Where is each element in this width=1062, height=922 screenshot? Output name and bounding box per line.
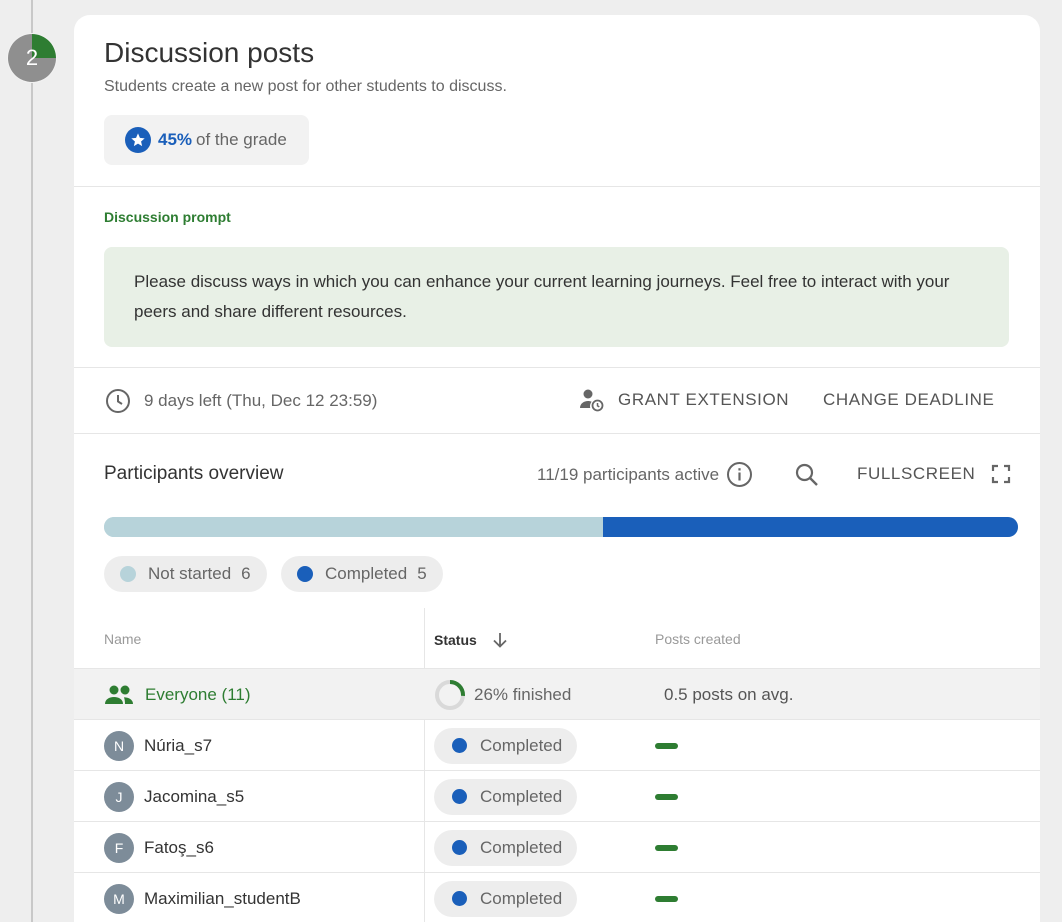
posts-cell: 0.5 posts on avg. bbox=[664, 684, 794, 704]
prompt-label: Discussion prompt bbox=[104, 209, 231, 225]
fullscreen-button[interactable]: FULLSCREEN bbox=[857, 464, 1011, 484]
status-cell: Completed bbox=[434, 873, 578, 922]
status-cell: Completed bbox=[434, 720, 578, 771]
activity-card: Discussion posts Students create a new p… bbox=[74, 15, 1040, 922]
student-name: Jacomina_s5 bbox=[144, 786, 245, 806]
name-cell: M Maximilian_studentB bbox=[104, 873, 301, 922]
legend-label: Not started bbox=[148, 564, 232, 583]
name-cell: N Núria_s7 bbox=[104, 720, 212, 771]
name-cell: Everyone (11) bbox=[104, 669, 251, 720]
divider bbox=[74, 433, 1040, 434]
sort-arrow-down-icon[interactable] bbox=[491, 631, 509, 649]
step-indicator: 2 bbox=[7, 33, 57, 83]
activity-subtitle: Students create a new post for other stu… bbox=[104, 78, 507, 95]
legend-label: Completed bbox=[325, 564, 408, 583]
status-badge: Completed bbox=[434, 727, 578, 764]
participants-progress-bar bbox=[104, 517, 1018, 537]
posts-cell bbox=[655, 720, 678, 771]
posts-indicator bbox=[655, 844, 678, 851]
grant-extension-button[interactable]: GRANT EXTENSION bbox=[579, 387, 789, 413]
participants-active-text: 11/19 participants active bbox=[537, 464, 720, 484]
grant-extension-label: GRANT EXTENSION bbox=[618, 390, 790, 409]
avatar: N bbox=[104, 730, 134, 761]
table-row[interactable]: F Fatoş_s6 Completed bbox=[74, 821, 1040, 872]
status-label: Completed bbox=[480, 837, 563, 857]
name-cell: J Jacomina_s5 bbox=[104, 771, 244, 822]
table-row[interactable]: N Núria_s7 Completed bbox=[74, 719, 1040, 770]
clock-icon bbox=[106, 389, 130, 413]
star-icon bbox=[125, 127, 151, 153]
completed-dot bbox=[452, 891, 467, 906]
completed-dot bbox=[452, 789, 467, 804]
table-row[interactable]: M Maximilian_studentB Completed bbox=[74, 872, 1040, 922]
grade-chip: 45% of the grade bbox=[104, 115, 309, 165]
posts-cell bbox=[655, 771, 678, 822]
finished-progress-ring bbox=[435, 679, 465, 710]
completed-dot bbox=[452, 840, 467, 855]
prompt-text: Please discuss ways in which you can enh… bbox=[104, 247, 1009, 347]
status-badge: Completed bbox=[434, 880, 578, 917]
legend-count: 5 bbox=[417, 564, 427, 583]
status-label: Completed bbox=[480, 735, 563, 755]
timeline-line bbox=[31, 0, 33, 922]
progress-segment bbox=[104, 517, 603, 537]
participants-active: 11/19 participants active bbox=[537, 461, 753, 488]
activity-title: Discussion posts bbox=[104, 37, 315, 68]
avatar: F bbox=[104, 832, 134, 863]
legend-count: 6 bbox=[241, 564, 251, 583]
deadline-text: 9 days left (Thu, Dec 12 23:59) bbox=[144, 391, 378, 410]
step-number: 2 bbox=[25, 45, 39, 70]
posts-indicator bbox=[655, 793, 678, 800]
progress-segment bbox=[602, 517, 1018, 537]
status-label: Completed bbox=[480, 888, 563, 908]
posts-cell bbox=[655, 822, 678, 873]
info-icon[interactable] bbox=[726, 461, 753, 488]
search-icon bbox=[795, 463, 818, 486]
student-name: Núria_s7 bbox=[144, 735, 213, 755]
status-column-header[interactable]: Status bbox=[434, 631, 509, 649]
everyone-label: Everyone (11) bbox=[145, 684, 251, 704]
status-badge: Completed bbox=[434, 778, 578, 815]
posts-column-header[interactable]: Posts created bbox=[655, 631, 741, 647]
name-cell: F Fatoş_s6 bbox=[104, 822, 214, 873]
group-icon bbox=[105, 685, 133, 704]
grade-percent: 45% bbox=[158, 130, 193, 149]
fullscreen-label: FULLSCREEN bbox=[857, 464, 976, 483]
table-row-everyone[interactable]: Everyone (11) 26% finished 0.5 posts on … bbox=[74, 668, 1040, 719]
status-cell: 26% finished bbox=[434, 669, 571, 720]
finished-text: 26% finished bbox=[474, 684, 572, 704]
status-cell: Completed bbox=[434, 771, 578, 822]
legend-chip-not-started[interactable]: Not started 6 bbox=[104, 556, 267, 592]
fullscreen-icon bbox=[992, 464, 1011, 484]
completed-dot bbox=[297, 566, 313, 582]
student-name: Fatoş_s6 bbox=[144, 837, 214, 857]
student-name: Maximilian_studentB bbox=[144, 888, 301, 908]
status-badge: Completed bbox=[434, 829, 578, 866]
deadline: 9 days left (Thu, Dec 12 23:59) bbox=[104, 387, 377, 415]
status-cell: Completed bbox=[434, 822, 578, 873]
legend-chip-completed[interactable]: Completed 5 bbox=[281, 556, 443, 592]
completed-dot bbox=[452, 738, 467, 753]
divider bbox=[74, 186, 1040, 187]
avatar: M bbox=[104, 883, 134, 914]
grade-suffix: of the grade bbox=[196, 130, 287, 149]
posts-cell bbox=[655, 873, 678, 922]
divider bbox=[74, 367, 1040, 368]
status-label: Completed bbox=[480, 786, 563, 806]
status-header-label: Status bbox=[434, 632, 477, 648]
participants-overview-title: Participants overview bbox=[104, 463, 284, 484]
avatar: J bbox=[104, 781, 134, 812]
name-column-header[interactable]: Name bbox=[104, 631, 141, 647]
table-row[interactable]: J Jacomina_s5 Completed bbox=[74, 770, 1040, 821]
posts-indicator bbox=[655, 742, 678, 749]
not-started-dot bbox=[120, 566, 136, 582]
posts-indicator bbox=[655, 895, 678, 902]
person-clock-icon bbox=[580, 389, 604, 412]
search-button[interactable] bbox=[794, 462, 820, 493]
change-deadline-button[interactable]: CHANGE DEADLINE bbox=[823, 390, 994, 410]
